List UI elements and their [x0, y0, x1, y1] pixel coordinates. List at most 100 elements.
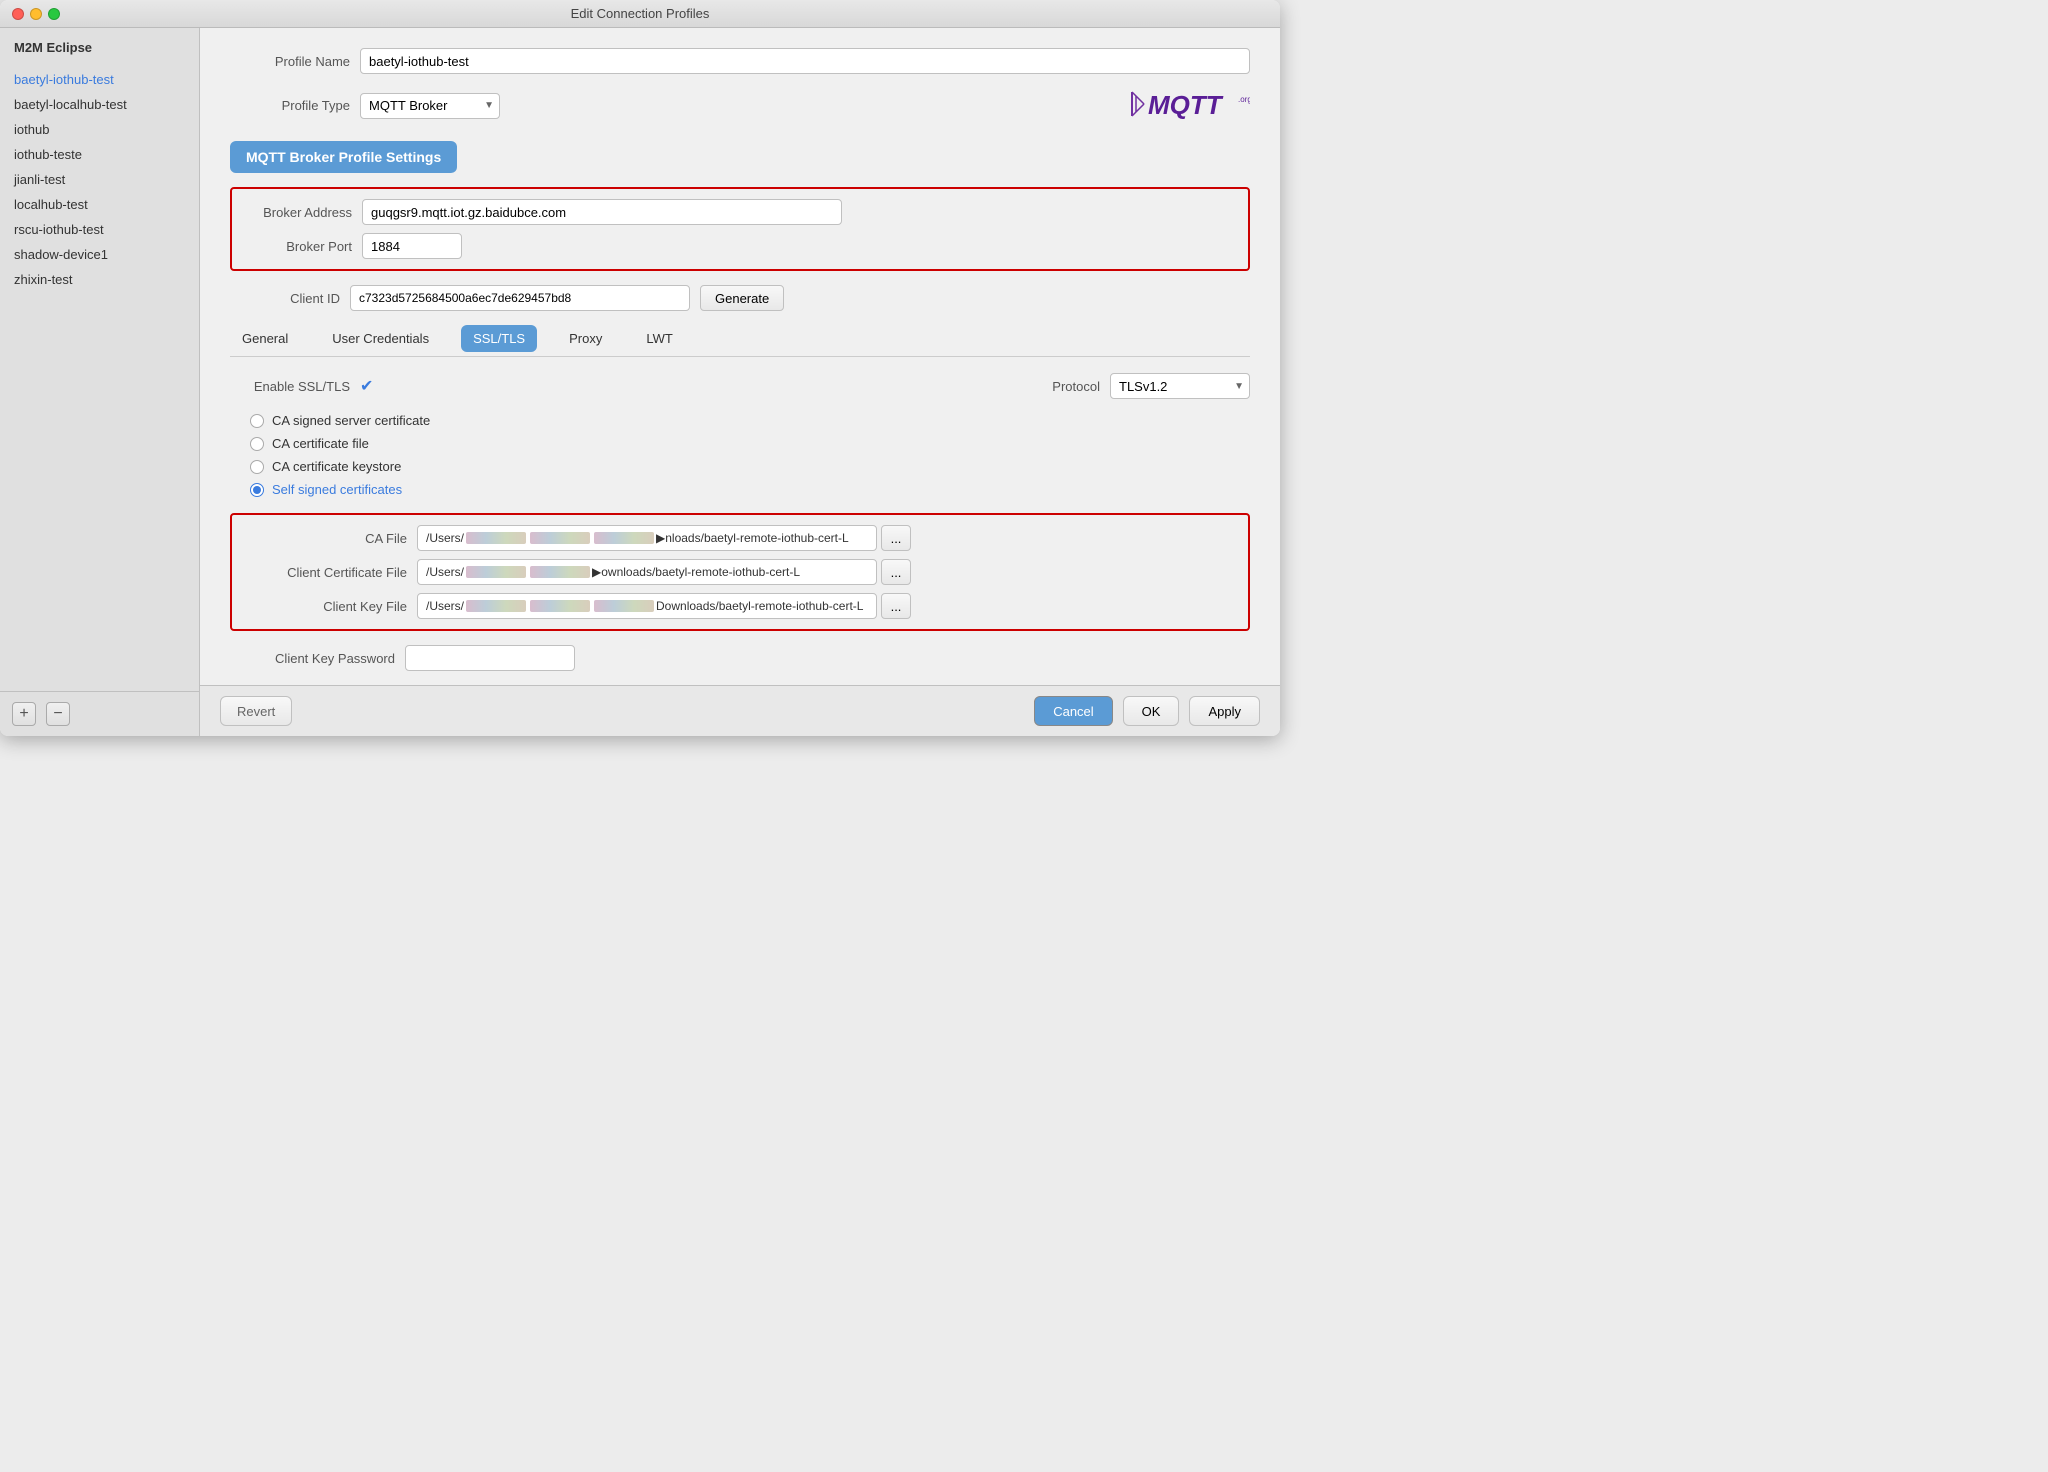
client-cert-input-wrapper: /Users/ ▶ownloads/baetyl-remote-iothub-c… — [417, 559, 911, 585]
radio-ca-signed-circle — [250, 414, 264, 428]
tab-user-credentials[interactable]: User Credentials — [320, 325, 441, 352]
close-button[interactable] — [12, 8, 24, 20]
tabs-row: General User Credentials SSL/TLS Proxy L… — [230, 325, 1250, 357]
broker-section: Broker Address Broker Port — [230, 187, 1250, 271]
client-cert-browse-button[interactable]: ... — [881, 559, 911, 585]
client-id-label: Client ID — [230, 291, 350, 306]
profile-type-row: Profile Type MQTT Broker MQTT Client ▼ — [230, 84, 1250, 127]
protocol-label: Protocol — [1052, 379, 1110, 394]
client-id-row: Client ID Generate — [230, 285, 1250, 311]
add-profile-button[interactable]: + — [12, 702, 36, 726]
profile-type-select-wrapper: MQTT Broker MQTT Client ▼ — [360, 93, 500, 119]
profile-name-label: Profile Name — [230, 54, 360, 69]
ca-file-blur1 — [466, 532, 526, 544]
client-key-path-start: /Users/ — [426, 599, 464, 613]
client-key-path-end: Downloads/baetyl-remote-iothub-cert-L — [656, 599, 863, 613]
client-cert-label: Client Certificate File — [242, 565, 417, 580]
broker-address-row: Broker Address — [242, 199, 1238, 225]
sidebar: M2M Eclipse baetyl-iothub-test baetyl-lo… — [0, 28, 200, 736]
tab-ssl-tls[interactable]: SSL/TLS — [461, 325, 537, 352]
main-content: Profile Name Profile Type MQTT Broker MQ… — [200, 28, 1280, 685]
protocol-select[interactable]: TLSv1.2 TLSv1.1 TLSv1.0 — [1110, 373, 1250, 399]
client-key-blur3 — [594, 600, 654, 612]
client-key-browse-button[interactable]: ... — [881, 593, 911, 619]
settings-button[interactable]: MQTT Broker Profile Settings — [230, 141, 457, 173]
client-key-path-display[interactable]: /Users/ Downloads/baetyl-remote-iothub-c… — [417, 593, 877, 619]
sidebar-list: baetyl-iothub-test baetyl-localhub-test … — [0, 67, 199, 691]
sidebar-footer: + − — [0, 691, 199, 736]
radio-ca-signed[interactable]: CA signed server certificate — [250, 413, 1250, 428]
apply-button[interactable]: Apply — [1189, 696, 1260, 726]
sidebar-item-iothub-teste[interactable]: iothub-teste — [0, 142, 199, 167]
sidebar-item-shadow-device1[interactable]: shadow-device1 — [0, 242, 199, 267]
cancel-button[interactable]: Cancel — [1034, 696, 1112, 726]
password-label: Client Key Password — [230, 651, 405, 666]
radio-ca-signed-label: CA signed server certificate — [272, 413, 430, 428]
app-title: M2M Eclipse — [0, 28, 199, 67]
minimize-button[interactable] — [30, 8, 42, 20]
maximize-button[interactable] — [48, 8, 60, 20]
ca-file-path-end: ▶nloads/baetyl-remote-iothub-cert-L — [656, 531, 849, 545]
client-cert-path-end: ▶ownloads/baetyl-remote-iothub-cert-L — [592, 565, 800, 579]
profile-type-select[interactable]: MQTT Broker MQTT Client — [360, 93, 500, 119]
client-cert-blur1 — [466, 566, 526, 578]
client-key-blur1 — [466, 600, 526, 612]
generate-button[interactable]: Generate — [700, 285, 784, 311]
traffic-lights — [12, 8, 60, 20]
broker-port-row: Broker Port — [242, 233, 1238, 259]
ca-file-blur3 — [594, 532, 654, 544]
sidebar-item-localhub-test[interactable]: localhub-test — [0, 192, 199, 217]
broker-port-input[interactable] — [362, 233, 462, 259]
client-cert-path-start: /Users/ — [426, 565, 464, 579]
sidebar-item-baetyl-localhub-test[interactable]: baetyl-localhub-test — [0, 92, 199, 117]
main-panel: Profile Name Profile Type MQTT Broker MQ… — [200, 28, 1280, 736]
client-key-input-wrapper: /Users/ Downloads/baetyl-remote-iothub-c… — [417, 593, 911, 619]
radio-self-signed[interactable]: Self signed certificates — [250, 482, 1250, 497]
ssl-enable-row: Enable SSL/TLS ✔ Protocol TLSv1.2 TLSv1.… — [230, 373, 1250, 399]
remove-profile-button[interactable]: − — [46, 702, 70, 726]
bottom-bar: Revert Cancel OK Apply — [200, 685, 1280, 736]
broker-address-input[interactable] — [362, 199, 842, 225]
tab-proxy[interactable]: Proxy — [557, 325, 614, 352]
ca-file-label: CA File — [242, 531, 417, 546]
radio-ca-keystore[interactable]: CA certificate keystore — [250, 459, 1250, 474]
broker-address-label: Broker Address — [242, 205, 362, 220]
sidebar-item-baetyl-iothub-test[interactable]: baetyl-iothub-test — [0, 67, 199, 92]
ca-file-browse-button[interactable]: ... — [881, 525, 911, 551]
ca-file-row: CA File /Users/ ▶nloads/baetyl-remote-io… — [242, 525, 1238, 551]
profile-name-row: Profile Name — [230, 48, 1250, 74]
ca-file-blur2 — [530, 532, 590, 544]
client-key-row: Client Key File /Users/ Downloads/baetyl… — [242, 593, 1238, 619]
sidebar-item-iothub[interactable]: iothub — [0, 117, 199, 142]
ok-button[interactable]: OK — [1123, 696, 1180, 726]
protocol-select-wrapper: TLSv1.2 TLSv1.1 TLSv1.0 ▼ — [1110, 373, 1250, 399]
sidebar-item-jianli-test[interactable]: jianli-test — [0, 167, 199, 192]
sidebar-item-zhixin-test[interactable]: zhixin-test — [0, 267, 199, 292]
profile-name-input[interactable] — [360, 48, 1250, 74]
tab-general[interactable]: General — [230, 325, 300, 352]
password-row: Client Key Password — [230, 645, 1250, 671]
svg-text:MQTT: MQTT — [1148, 90, 1224, 120]
radio-ca-file-circle — [250, 437, 264, 451]
radio-ca-file-label: CA certificate file — [272, 436, 369, 451]
ssl-enable-checkbox[interactable]: ✔ — [360, 376, 373, 396]
radio-self-signed-circle — [250, 483, 264, 497]
profile-type-label: Profile Type — [230, 98, 360, 113]
action-buttons: Cancel OK Apply — [1034, 696, 1260, 726]
client-id-input[interactable] — [350, 285, 690, 311]
password-input[interactable] — [405, 645, 575, 671]
content-area: M2M Eclipse baetyl-iothub-test baetyl-lo… — [0, 28, 1280, 736]
client-cert-path-display[interactable]: /Users/ ▶ownloads/baetyl-remote-iothub-c… — [417, 559, 877, 585]
window-title: Edit Connection Profiles — [571, 6, 710, 21]
ca-file-path-display[interactable]: /Users/ ▶nloads/baetyl-remote-iothub-cer… — [417, 525, 877, 551]
tab-lwt[interactable]: LWT — [634, 325, 684, 352]
main-window: Edit Connection Profiles M2M Eclipse bae… — [0, 0, 1280, 736]
ssl-enable-label: Enable SSL/TLS — [230, 379, 360, 394]
sidebar-item-rscu-iothub-test[interactable]: rscu-iothub-test — [0, 217, 199, 242]
radio-ca-keystore-circle — [250, 460, 264, 474]
svg-text:.org: .org — [1238, 95, 1250, 104]
radio-ca-file[interactable]: CA certificate file — [250, 436, 1250, 451]
client-cert-blur2 — [530, 566, 590, 578]
revert-button[interactable]: Revert — [220, 696, 292, 726]
client-key-blur2 — [530, 600, 590, 612]
